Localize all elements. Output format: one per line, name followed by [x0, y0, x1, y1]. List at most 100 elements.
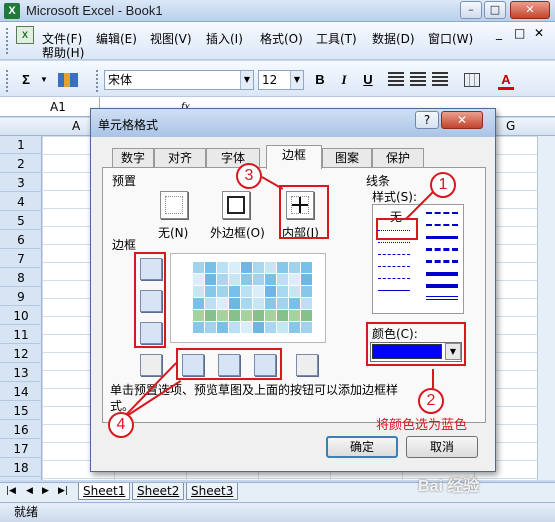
row-header[interactable]: 5	[0, 212, 42, 230]
line-style-option[interactable]	[378, 290, 410, 291]
menu-insert[interactable]: 插入(I)	[206, 30, 243, 47]
menu-window[interactable]: 窗口(W)	[428, 30, 473, 47]
help-button[interactable]: ?	[415, 111, 439, 129]
line-style-option[interactable]	[426, 212, 458, 214]
row-header[interactable]: 12	[0, 345, 42, 363]
ok-button[interactable]: 确定	[326, 436, 398, 458]
autosum-button[interactable]: Σ	[16, 70, 36, 90]
menu-edit[interactable]: 编辑(E)	[96, 30, 137, 47]
cancel-button[interactable]: 取消	[406, 436, 478, 458]
line-style-option[interactable]	[378, 254, 410, 255]
row-header[interactable]: 14	[0, 383, 42, 401]
menu-grip[interactable]	[6, 28, 10, 54]
dialog-close-button[interactable]: ✕	[441, 111, 483, 129]
preset-outline-button[interactable]	[222, 191, 250, 219]
workbook-close-button[interactable]: ✕	[534, 26, 544, 40]
maximize-button[interactable]: □	[484, 1, 506, 19]
preview-pixel	[241, 310, 252, 321]
line-style-option[interactable]	[378, 242, 410, 243]
line-style-option[interactable]	[426, 284, 458, 288]
name-box[interactable]: A1	[0, 97, 100, 117]
sheet-tab-2[interactable]: Sheet2	[132, 483, 185, 500]
menu-view[interactable]: 视图(V)	[150, 30, 192, 47]
last-sheet-icon[interactable]: ▶|	[58, 486, 68, 496]
line-style-option[interactable]	[426, 296, 458, 300]
row-header[interactable]: 11	[0, 326, 42, 344]
diagonal-down-border-button[interactable]	[296, 354, 318, 376]
align-right-icon[interactable]	[432, 72, 448, 86]
row-header[interactable]: 17	[0, 440, 42, 458]
preview-pixel	[229, 310, 240, 321]
underline-button[interactable]: U	[360, 70, 376, 90]
preview-pixel	[205, 310, 216, 321]
row-header[interactable]: 13	[0, 364, 42, 382]
toolbar-grip[interactable]	[6, 70, 10, 92]
first-sheet-icon[interactable]: |◀	[6, 486, 16, 496]
row-header[interactable]: 6	[0, 231, 42, 249]
chevron-down-icon[interactable]: ▼	[240, 71, 253, 89]
line-style-option[interactable]	[378, 278, 410, 279]
row-header[interactable]: 9	[0, 288, 42, 306]
italic-button[interactable]: I	[336, 70, 352, 90]
line-style-option[interactable]	[426, 224, 458, 226]
line-section-label: 线条	[366, 174, 391, 188]
preview-pixel	[289, 262, 300, 273]
borders-icon[interactable]	[464, 73, 480, 87]
prev-sheet-icon[interactable]: ◀	[26, 486, 33, 496]
font-size-select[interactable]: 12 ▼	[258, 70, 304, 90]
preview-pixel	[205, 322, 216, 333]
align-left-icon[interactable]	[388, 72, 404, 86]
tab-protection[interactable]: 保护	[372, 148, 424, 168]
line-style-option[interactable]	[426, 260, 458, 263]
preset-none-button[interactable]	[160, 191, 188, 219]
menu-help[interactable]: 帮助(H)	[42, 44, 84, 61]
row-header[interactable]: 2	[0, 155, 42, 173]
preview-pixel	[289, 298, 300, 309]
column-header-g[interactable]: G	[506, 119, 515, 133]
row-header[interactable]: 18	[0, 459, 42, 477]
row-header[interactable]: 3	[0, 174, 42, 192]
preview-pixel	[301, 274, 312, 285]
next-sheet-icon[interactable]: ▶	[42, 486, 49, 496]
diagonal-up-border-button[interactable]	[140, 354, 162, 376]
sheet-tab-3[interactable]: Sheet3	[186, 483, 239, 500]
line-style-option[interactable]	[426, 236, 458, 239]
line-style-option[interactable]	[378, 266, 410, 267]
toolbar-grip[interactable]	[96, 70, 100, 92]
row-header[interactable]: 7	[0, 250, 42, 268]
row-header[interactable]: 8	[0, 269, 42, 287]
row-header[interactable]: 10	[0, 307, 42, 325]
line-style-option[interactable]	[426, 272, 458, 276]
sheet-tab-1[interactable]: Sheet1	[78, 483, 131, 500]
vertical-scrollbar[interactable]	[537, 136, 555, 480]
chart-wizard-icon[interactable]	[58, 73, 78, 87]
menu-data[interactable]: 数据(D)	[372, 30, 415, 47]
workbook-icon[interactable]: X	[16, 26, 34, 44]
annotation-box-color	[366, 322, 466, 366]
font-color-button[interactable]: A	[498, 70, 514, 90]
minimize-button[interactable]: –	[460, 1, 482, 19]
column-header-a[interactable]: A	[72, 119, 80, 133]
tab-border[interactable]: 边框	[266, 145, 322, 169]
row-header[interactable]: 15	[0, 402, 42, 420]
preview-pixel	[229, 298, 240, 309]
chevron-down-icon[interactable]: ▼	[40, 70, 48, 90]
line-style-option[interactable]	[426, 248, 458, 251]
preview-pixel	[217, 274, 228, 285]
row-header[interactable]: 16	[0, 421, 42, 439]
chevron-down-icon[interactable]: ▼	[290, 71, 303, 89]
workbook-restore-button[interactable]: □	[514, 26, 525, 40]
bold-button[interactable]: B	[312, 70, 328, 90]
row-header[interactable]: 1	[0, 136, 42, 154]
font-name-select[interactable]: 宋体 ▼	[104, 70, 254, 90]
tab-patterns[interactable]: 图案	[322, 148, 372, 168]
preview-pixel	[241, 286, 252, 297]
close-button[interactable]: ✕	[510, 1, 550, 19]
align-center-icon[interactable]	[410, 72, 426, 86]
menu-format[interactable]: 格式(O)	[260, 30, 303, 47]
tab-alignment[interactable]: 对齐	[154, 148, 206, 168]
menu-tools[interactable]: 工具(T)	[316, 30, 357, 47]
workbook-minimize-button[interactable]: _	[496, 26, 502, 40]
row-header[interactable]: 4	[0, 193, 42, 211]
tab-number[interactable]: 数字	[112, 148, 154, 168]
